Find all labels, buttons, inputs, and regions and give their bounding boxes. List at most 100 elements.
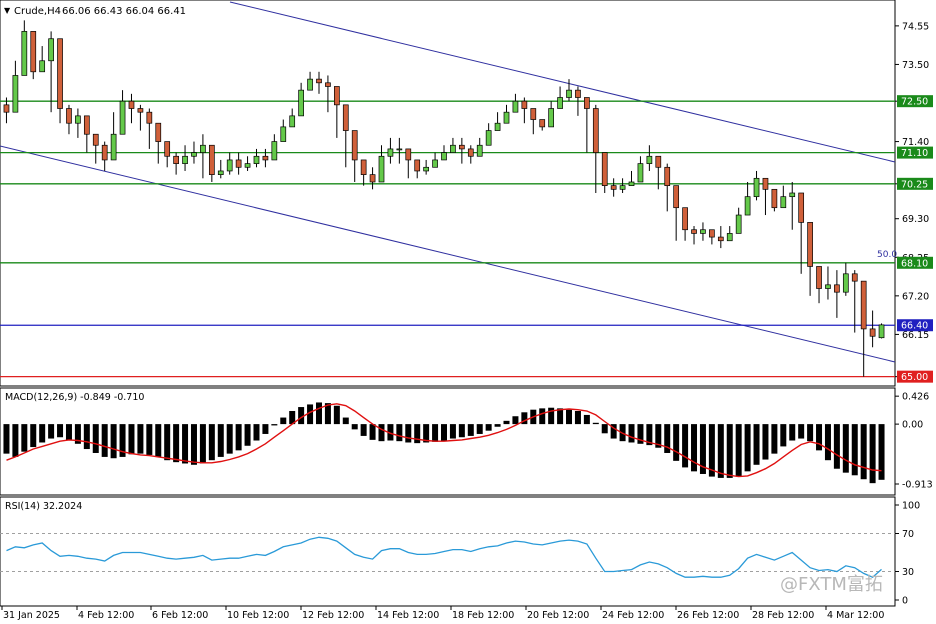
candle-body	[307, 78, 313, 91]
macd-bar	[717, 424, 724, 478]
candle-body	[75, 115, 81, 124]
level-badge-label: 70.25	[901, 179, 928, 190]
candle-body	[128, 100, 135, 109]
macd-bar	[110, 424, 117, 459]
triangle-icon: ▼	[4, 6, 11, 15]
candle-body	[825, 284, 831, 289]
macd-bar	[771, 424, 778, 454]
candle-body	[584, 97, 590, 109]
candle-body	[753, 177, 760, 198]
level-badge-label: 66.40	[901, 321, 928, 332]
candle-body	[476, 144, 483, 157]
price-tick-label: 73.50	[902, 60, 929, 71]
candle-body	[637, 163, 644, 183]
macd-bar	[789, 424, 796, 441]
x-tick-label: 20 Feb 12:00	[527, 610, 589, 621]
candle-body	[155, 122, 162, 142]
candle-body	[601, 152, 608, 187]
macd-bar	[12, 424, 19, 457]
candle-body	[66, 108, 72, 124]
candle-body	[173, 155, 179, 164]
macd-bar	[217, 424, 224, 457]
macd-bar	[360, 424, 367, 436]
candle-body	[869, 328, 876, 337]
x-tick-label: 26 Feb 12:00	[677, 610, 739, 621]
macd-bar	[21, 424, 28, 452]
macd-bar	[342, 417, 349, 425]
chart-canvas: 74.5573.5072.5071.4070.2569.3068.2567.20…	[0, 0, 933, 621]
macd-bar	[414, 424, 421, 444]
macd-bar	[48, 424, 55, 439]
candle-body	[333, 86, 340, 106]
macd-bar	[494, 424, 501, 427]
macd-bar	[244, 424, 251, 446]
macd-bar	[458, 424, 465, 438]
macd-bar	[280, 417, 287, 425]
macd-title: MACD(12,26,9) -0.849 -0.710	[5, 392, 144, 403]
macd-bar	[467, 424, 474, 436]
macd-bar	[39, 424, 46, 443]
macd-bar	[476, 424, 483, 434]
macd-bar	[735, 424, 742, 477]
macd-bar	[226, 424, 233, 454]
macd-bar	[65, 424, 72, 441]
candle-body	[191, 152, 197, 157]
macd-bar	[146, 424, 153, 455]
candle-body	[709, 229, 715, 238]
x-tick-label: 18 Feb 12:00	[452, 610, 514, 621]
macd-bar	[396, 424, 403, 442]
candle-body	[262, 155, 269, 161]
candle-body	[807, 222, 813, 267]
x-tick-label: 4 Feb 12:00	[78, 610, 134, 621]
candle-body	[253, 155, 260, 164]
macd-bar	[566, 409, 573, 425]
candle-body	[744, 196, 751, 216]
macd-bar	[235, 424, 242, 451]
candle-body	[378, 155, 385, 183]
candle-body	[289, 115, 296, 128]
candle-body	[137, 108, 144, 113]
candle-body	[351, 130, 358, 161]
macd-bar	[744, 424, 751, 472]
macd-bar	[182, 424, 189, 464]
price-tick-label: 67.20	[902, 291, 929, 302]
rsi-tick-label: 100	[902, 501, 920, 512]
fib-label: 50.0	[877, 250, 897, 260]
macd-bar	[691, 424, 698, 472]
rsi-tick-label: 30	[902, 567, 914, 578]
x-tick-label: 14 Feb 12:00	[377, 610, 439, 621]
candle-body	[208, 144, 215, 175]
macd-bar	[601, 424, 608, 434]
macd-bar	[369, 424, 376, 440]
candle-body	[700, 229, 706, 234]
macd-bar	[726, 424, 733, 478]
price-panel	[0, 0, 896, 387]
candle-body	[878, 324, 885, 339]
candle-body	[485, 130, 492, 146]
candle-body	[530, 108, 537, 120]
macd-bar	[92, 424, 99, 453]
candle-body	[467, 148, 474, 157]
candle-body	[217, 170, 224, 175]
candle-body	[342, 104, 349, 131]
candle-body	[691, 229, 697, 234]
macd-bar	[3, 424, 10, 454]
candle-body	[414, 159, 421, 172]
candle-body	[441, 152, 447, 161]
macd-bar	[878, 424, 885, 480]
candle-body	[48, 38, 54, 62]
candle-body	[110, 133, 117, 161]
candle-body	[610, 185, 617, 190]
candle-body	[182, 155, 188, 164]
candle-body	[450, 144, 456, 153]
macd-bar	[503, 420, 510, 425]
macd-bar	[539, 408, 546, 425]
macd-bar	[83, 424, 90, 450]
macd-bar	[824, 424, 831, 461]
macd-bar	[378, 424, 385, 442]
macd-bar	[155, 424, 162, 457]
macd-bar	[557, 408, 564, 425]
candle-body	[396, 148, 403, 151]
candle-body	[92, 133, 99, 146]
macd-bar	[271, 424, 278, 426]
